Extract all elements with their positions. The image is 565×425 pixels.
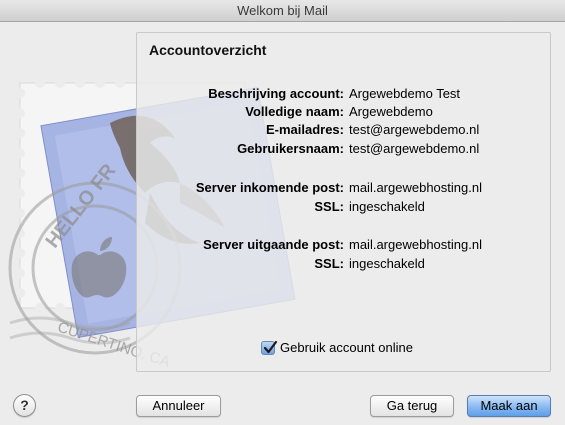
use-account-online-checkbox[interactable] <box>261 340 278 355</box>
row-value: mail.argewebhosting.nl <box>349 237 482 252</box>
cancel-button[interactable]: Annuleer <box>136 395 221 417</box>
row-value: Argewebdemo <box>349 104 433 119</box>
help-button[interactable]: ? <box>13 394 36 417</box>
row-value: mail.argewebhosting.nl <box>349 180 482 195</box>
row-label: Server uitgaande post: <box>203 237 344 252</box>
panel-title: Accountoverzicht <box>149 42 267 58</box>
row-outgoing-server: Server uitgaande post: mail.argewebhosti… <box>137 236 552 254</box>
row-value: test@argewebdemo.nl <box>349 122 480 137</box>
row-label: SSL: <box>314 199 344 214</box>
checkbox-label[interactable]: Gebruik account online <box>280 339 413 357</box>
row-incoming-ssl: SSL: ingeschakeld <box>137 198 552 216</box>
window-titlebar: Welkom bij Mail <box>0 0 565 22</box>
account-summary-panel: Accountoverzicht Beschrijving account: A… <box>136 32 551 372</box>
row-value: Argewebdemo Test <box>349 86 461 101</box>
checkmark-icon <box>263 340 278 354</box>
row-label: SSL: <box>314 256 344 271</box>
row-label: Beschrijving account: <box>208 86 344 101</box>
row-value: test@argewebdemo.nl <box>349 141 480 156</box>
row-full-name: Volledige naam: Argewebdemo <box>137 103 552 121</box>
create-button[interactable]: Maak aan <box>467 395 551 417</box>
back-button[interactable]: Ga terug <box>370 395 454 417</box>
row-value: ingeschakeld <box>349 199 425 214</box>
row-account-description: Beschrijving account: Argewebdemo Test <box>137 85 552 103</box>
row-outgoing-ssl: SSL: ingeschakeld <box>137 255 552 273</box>
use-account-online-option[interactable]: Gebruik account online <box>261 339 413 357</box>
row-username: Gebruikersnaam: test@argewebdemo.nl <box>137 140 552 158</box>
row-value: ingeschakeld <box>349 256 425 271</box>
window-title: Welkom bij Mail <box>237 3 328 18</box>
row-label: Server inkomende post: <box>195 180 344 195</box>
row-label: Gebruikersnaam: <box>237 141 344 156</box>
row-email: E-mailadres: test@argewebdemo.nl <box>137 121 552 139</box>
window-content: HELLO FR CUPERTINO, CA Accountoverzicht … <box>0 23 565 425</box>
row-label: Volledige naam: <box>245 104 344 119</box>
row-incoming-server: Server inkomende post: mail.argewebhosti… <box>137 179 552 197</box>
row-label: E-mailadres: <box>265 122 344 137</box>
